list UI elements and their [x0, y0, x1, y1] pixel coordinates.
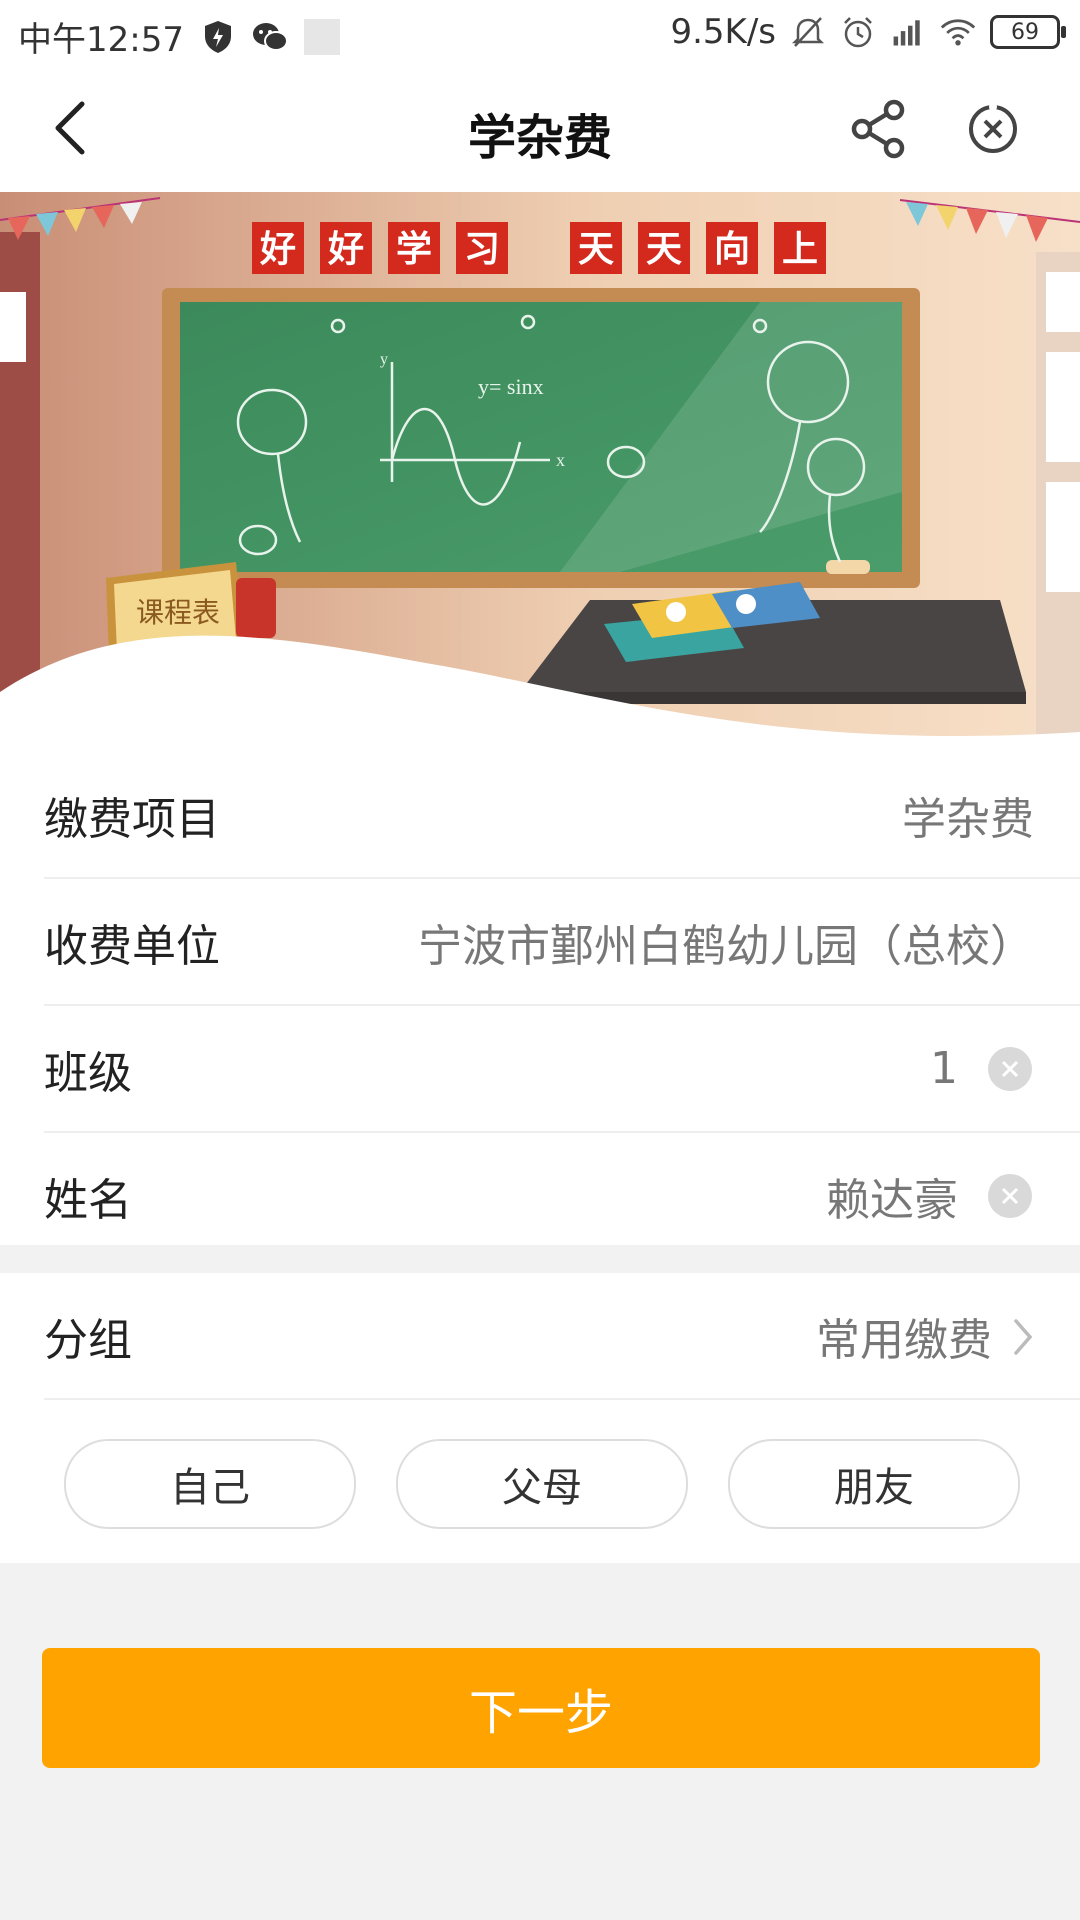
slogan-char: 学	[396, 228, 432, 270]
chip-self[interactable]: 自己	[64, 1439, 356, 1529]
battery-level: 69	[1011, 19, 1039, 45]
class-field[interactable]: 1	[930, 1043, 958, 1094]
slogan-char: 天	[578, 229, 614, 270]
group-chip-list: 自己 父母 朋友	[0, 1439, 1080, 1529]
group-value[interactable]: 常用缴费	[816, 1304, 992, 1368]
schedule-sign-text: 课程表	[136, 596, 220, 629]
chip-parents[interactable]: 父母	[396, 1439, 688, 1529]
payee-value: 宁波市鄞州白鹤幼儿园（总校）	[418, 920, 1034, 972]
form-row-payment-item: 缴费项目 学杂费	[44, 752, 1080, 879]
payment-form: 缴费项目 学杂费 收费单位 宁波市鄞州白鹤幼儿园（总校） 班级 1 姓名 赖达豪	[0, 752, 1080, 1258]
form-row-name[interactable]: 姓名 赖达豪	[44, 1133, 1080, 1258]
board-formula: y= sinx	[478, 374, 544, 399]
status-bar: 中午12:57 9.5K/s 69	[0, 0, 1080, 66]
chevron-right-icon[interactable]	[1012, 1317, 1034, 1357]
form-row-class[interactable]: 班级 1	[44, 1006, 1080, 1133]
section-divider	[0, 1245, 1080, 1273]
net-speed: 9.5K/s	[670, 12, 776, 52]
notification-placeholder-icon	[303, 18, 340, 55]
alarm-icon	[840, 14, 876, 50]
battery-icon: 69	[990, 15, 1066, 49]
banner-illustration: y= sinx y x 好 好 学 习 天 天 向 上 课程表	[0, 192, 1080, 752]
nav-bar: 学杂费	[0, 66, 1080, 192]
name-field[interactable]: 赖达豪	[826, 1164, 958, 1228]
wifi-icon	[940, 14, 976, 50]
clear-name-icon[interactable]	[988, 1174, 1032, 1218]
mute-icon	[790, 14, 826, 50]
slogan-char: 习	[464, 229, 500, 270]
form-row-payee: 收费单位 宁波市鄞州白鹤幼儿园（总校）	[44, 879, 1080, 1006]
page-title: 学杂费	[467, 110, 612, 166]
status-time: 中午12:57	[18, 20, 184, 60]
slogan-char: 向	[714, 229, 750, 270]
payee-label: 收费单位	[44, 920, 220, 972]
payment-item-value: 学杂费	[902, 793, 1034, 845]
payment-item-label: 缴费项目	[44, 793, 220, 845]
shield-icon	[200, 19, 236, 55]
svg-text:x: x	[556, 450, 565, 470]
chip-friends[interactable]: 朋友	[728, 1439, 1020, 1529]
next-step-button[interactable]: 下一步	[42, 1648, 1040, 1768]
slogan-char: 上	[782, 229, 818, 270]
wechat-icon	[252, 19, 288, 55]
close-icon[interactable]	[966, 102, 1020, 156]
class-label: 班级	[44, 1047, 132, 1099]
svg-text:y: y	[380, 351, 388, 368]
name-label: 姓名	[44, 1174, 132, 1226]
share-icon[interactable]	[848, 98, 910, 160]
slogan-char: 好	[259, 229, 296, 270]
slogan-char: 好	[327, 229, 364, 270]
clear-class-icon[interactable]	[988, 1047, 1032, 1091]
form-row-group[interactable]: 分组 常用缴费	[44, 1273, 1080, 1400]
group-section: 分组 常用缴费 自己 父母 朋友	[0, 1273, 1080, 1563]
group-label: 分组	[44, 1314, 132, 1366]
signal-icon	[890, 14, 926, 50]
slogan-char: 天	[646, 229, 682, 270]
